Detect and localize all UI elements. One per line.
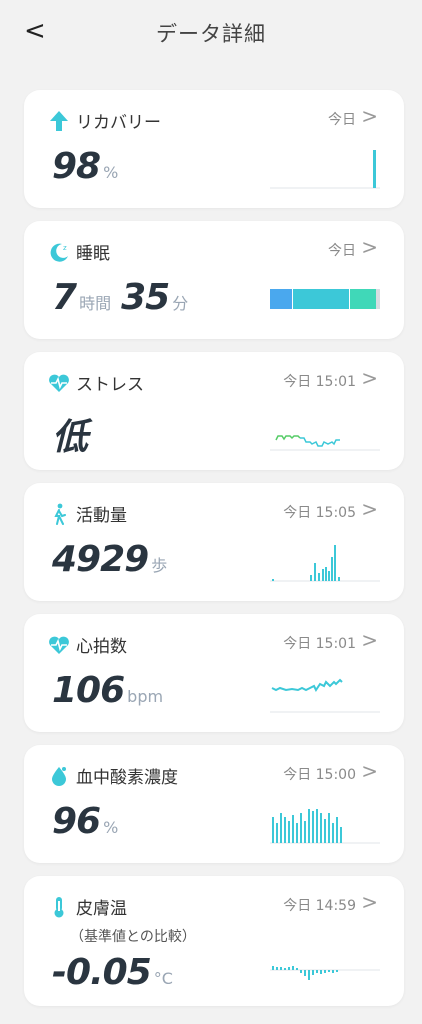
- heart-rate-icon: [49, 636, 69, 654]
- page-title: データ詳細: [156, 22, 266, 46]
- chevron-right-icon: >: [361, 890, 378, 914]
- card-date: 今日 15:01: [283, 374, 356, 390]
- arrow-up-icon: [50, 111, 68, 131]
- card-date: 今日 15:05: [283, 505, 356, 521]
- recovery-chart: [270, 150, 380, 189]
- card-title: 心拍数: [76, 637, 127, 657]
- card-title: 皮膚温: [76, 899, 127, 919]
- drop-icon: [52, 767, 66, 786]
- card-value: -0.05 °C: [52, 952, 173, 993]
- card-value: 4929 歩: [52, 539, 168, 580]
- card-subtitle: （基準値との比較）: [70, 929, 196, 945]
- card-title: リカバリー: [76, 113, 161, 133]
- chevron-right-icon: >: [361, 759, 378, 783]
- chevron-right-icon: >: [361, 497, 378, 521]
- thermometer-icon: [54, 897, 64, 918]
- moon-icon: z: [50, 243, 68, 262]
- card-value: 98%: [52, 146, 119, 187]
- card-heart-rate[interactable]: 心拍数 今日 15:01 > 106 bpm: [24, 614, 404, 732]
- skin-temperature-chart: [270, 966, 380, 980]
- heart-pulse-icon: [49, 374, 69, 392]
- blood-oxygen-chart: [270, 809, 380, 844]
- svg-text:z: z: [63, 244, 67, 252]
- card-value: 96%: [52, 801, 119, 842]
- card-title: 睡眠: [76, 244, 110, 264]
- stress-chart: [270, 435, 380, 451]
- card-activity[interactable]: 活動量 今日 15:05 > 4929 歩: [24, 483, 404, 601]
- chevron-right-icon: >: [361, 104, 378, 128]
- card-value: 低: [52, 417, 88, 458]
- chevron-right-icon: >: [361, 628, 378, 652]
- card-date: 今日 15:00: [283, 767, 356, 783]
- card-date: 今日: [328, 112, 356, 128]
- card-blood-oxygen[interactable]: 血中酸素濃度 今日 15:00 > 96%: [24, 745, 404, 863]
- heart-rate-chart: [270, 678, 380, 713]
- card-date: 今日 14:59: [283, 898, 356, 914]
- card-title: ストレス: [76, 375, 144, 395]
- sleep-chart: [270, 289, 380, 309]
- chevron-right-icon: >: [361, 235, 378, 259]
- activity-chart: [270, 545, 380, 582]
- card-value: 106 bpm: [52, 670, 164, 711]
- card-recovery[interactable]: リカバリー 今日 > 98%: [24, 90, 404, 208]
- card-title: 活動量: [76, 506, 127, 526]
- walking-person-icon: [54, 503, 66, 525]
- card-stress[interactable]: ストレス 今日 15:01 > 低: [24, 352, 404, 470]
- card-title: 血中酸素濃度: [76, 768, 178, 788]
- header: < データ詳細: [0, 0, 422, 64]
- card-sleep[interactable]: z 睡眠 今日 > 7 時間 35 分: [24, 221, 404, 339]
- card-skin-temperature[interactable]: 皮膚温 今日 14:59 > （基準値との比較） -0.05 °C: [24, 876, 404, 1006]
- card-date: 今日: [328, 243, 356, 259]
- card-value: 7 時間 35 分: [52, 277, 189, 318]
- chevron-right-icon: >: [361, 366, 378, 390]
- card-date: 今日 15:01: [283, 636, 356, 652]
